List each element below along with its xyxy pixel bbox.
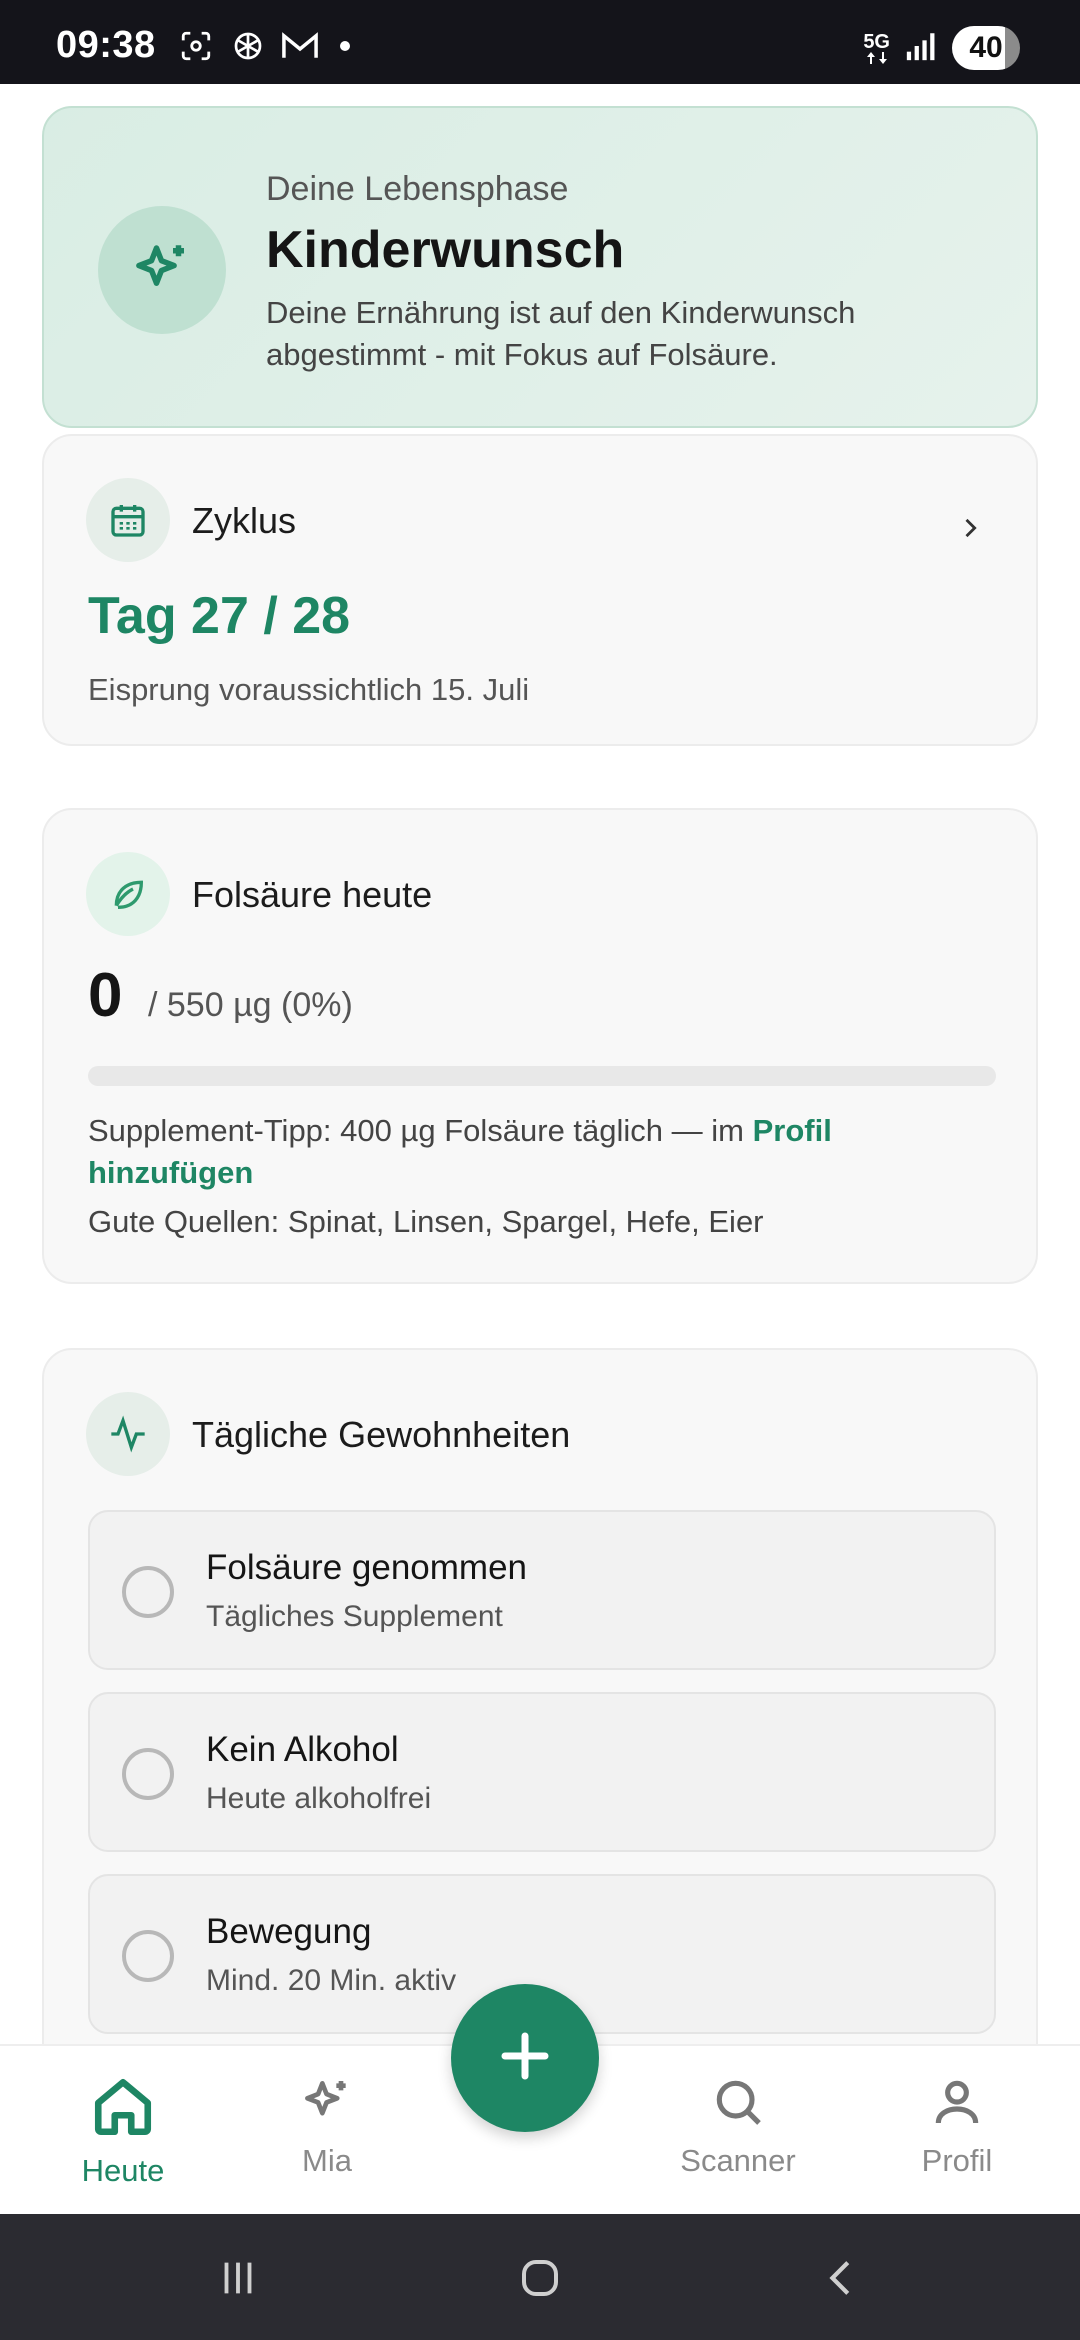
folic-acid-card: Folsäure heute 0 / 550 µg (0%) Supplemen…: [42, 808, 1038, 1284]
back-icon[interactable]: [812, 2248, 872, 2308]
cycle-card[interactable]: Zyklus Tag 27 / 28 Eisprung voraussichtl…: [42, 434, 1038, 746]
recents-icon[interactable]: [208, 2248, 268, 2308]
home-icon: [90, 2074, 156, 2145]
cycle-day: Tag 27 / 28: [88, 587, 351, 645]
status-left-icons: [176, 28, 350, 64]
screenshot-icon: [176, 28, 216, 64]
system-navigation-bar: [0, 2214, 1080, 2340]
nav-label: Heute: [81, 2153, 165, 2188]
status-time: 09:38: [56, 24, 156, 66]
supplement-tip: Supplement-Tipp: 400 µg Folsäure täglich…: [88, 1113, 832, 1190]
phase-description: Deine Ernährung ist auf den Kinderwunsch…: [266, 295, 856, 372]
habit-subtitle: Mind. 20 Min. aktiv: [206, 1964, 457, 1997]
main-content[interactable]: Deine Lebensphase Kinderwunsch Deine Ern…: [0, 84, 1080, 2044]
plus-icon: [495, 2026, 555, 2091]
life-phase-card[interactable]: Deine Lebensphase Kinderwunsch Deine Ern…: [42, 106, 1038, 428]
habit-title: Folsäure genommen: [206, 1548, 527, 1587]
habit-item[interactable]: Kein Alkohol Heute alkoholfrei: [88, 1692, 996, 1852]
nav-label: Scanner: [680, 2143, 796, 2178]
folic-amount: 0: [88, 961, 123, 1030]
nav-scanner[interactable]: Scanner: [658, 2046, 818, 2216]
battery-icon: 40: [952, 26, 1020, 70]
nav-heute[interactable]: Heute: [43, 2046, 203, 2216]
signal-icon: [904, 29, 938, 68]
sparkle-icon: [98, 206, 226, 334]
habit-item[interactable]: Folsäure genommen Tägliches Supplement: [88, 1510, 996, 1670]
habit-title: Bewegung: [206, 1912, 372, 1951]
nav-label: Profil: [921, 2143, 993, 2178]
habit-checkbox[interactable]: [122, 1566, 174, 1618]
chevron-right-icon[interactable]: [956, 514, 984, 547]
add-button[interactable]: [451, 1984, 599, 2132]
habit-checkbox[interactable]: [122, 1748, 174, 1800]
daily-habits-card: Tägliche Gewohnheiten Folsäure genommen …: [42, 1348, 1038, 2044]
nav-profil[interactable]: Profil: [877, 2046, 1037, 2216]
status-right-icons: 5G 40: [863, 26, 1020, 70]
folic-title: Folsäure heute: [192, 874, 433, 915]
openai-icon: [228, 28, 268, 64]
habits-title: Tägliche Gewohnheiten: [192, 1414, 571, 1455]
search-icon: [710, 2074, 766, 2135]
phase-title: Kinderwunsch: [266, 221, 625, 279]
user-icon: [929, 2074, 985, 2135]
gmail-icon: [280, 28, 320, 64]
calendar-icon: [86, 478, 170, 562]
nav-mia[interactable]: Mia: [247, 2046, 407, 2216]
status-bar: 09:38 5G 40: [0, 0, 1080, 84]
dot-icon: [340, 41, 350, 51]
cycle-title: Zyklus: [192, 500, 297, 541]
folic-goal: / 550 µg (0%): [148, 986, 353, 1024]
home-nav-icon[interactable]: [510, 2248, 570, 2308]
leaf-icon: [86, 852, 170, 936]
habit-subtitle: Heute alkoholfrei: [206, 1782, 432, 1815]
phase-kicker: Deine Lebensphase: [266, 170, 569, 208]
network-5g-icon: 5G: [863, 32, 890, 64]
ovulation-note: Eisprung voraussichtlich 15. Juli: [88, 672, 530, 707]
folic-progress-bar: [88, 1066, 996, 1086]
habit-title: Kein Alkohol: [206, 1730, 399, 1769]
habit-subtitle: Tägliches Supplement: [206, 1600, 503, 1633]
nav-label: Mia: [302, 2143, 352, 2178]
activity-icon: [86, 1392, 170, 1476]
habit-checkbox[interactable]: [122, 1930, 174, 1982]
sparkle-icon: [299, 2074, 355, 2135]
good-sources: Gute Quellen: Spinat, Linsen, Spargel, H…: [88, 1204, 764, 1239]
